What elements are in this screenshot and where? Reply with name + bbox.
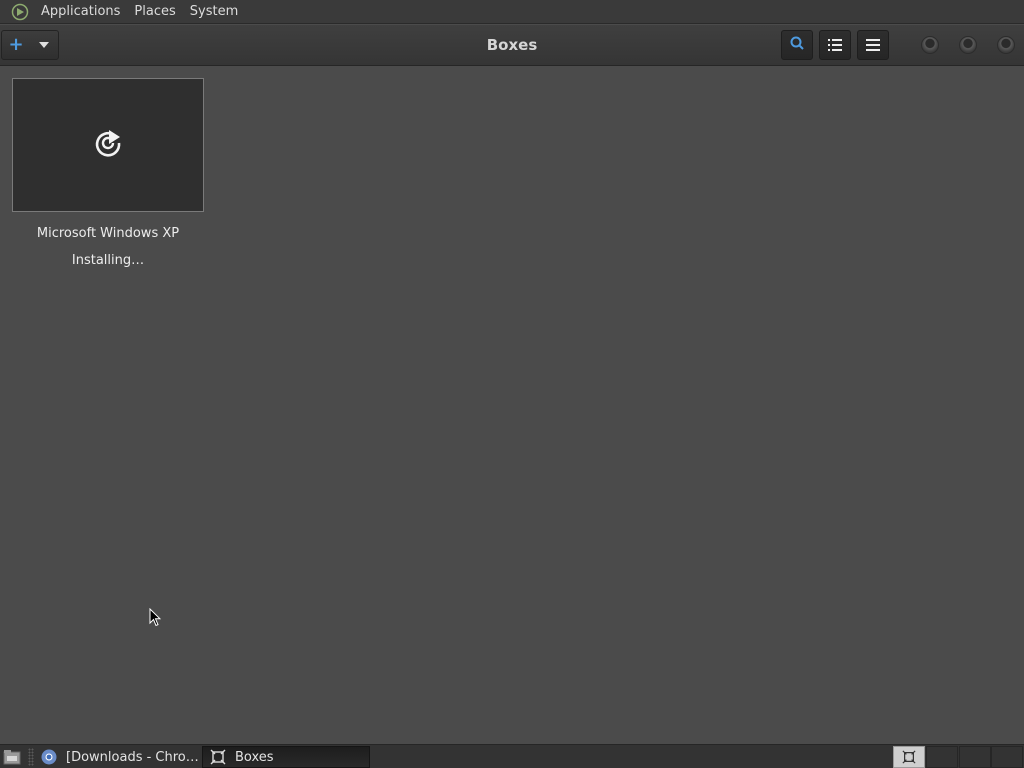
box-status: Installing…: [71, 253, 145, 268]
taskbar-item-chrome[interactable]: [Downloads - Chro…: [34, 746, 200, 768]
minimize-button[interactable]: [921, 36, 939, 54]
hamburger-menu-icon: [866, 36, 880, 55]
applications-menu[interactable]: Applications: [34, 0, 127, 24]
workspace-4[interactable]: [991, 746, 1023, 768]
box-name: Microsoft Windows XP: [36, 226, 180, 241]
list-view-icon: [828, 36, 842, 55]
search-button[interactable]: [781, 30, 813, 60]
places-menu[interactable]: Places: [127, 0, 182, 24]
workspace-2[interactable]: [926, 746, 958, 768]
app-menu-button[interactable]: [857, 30, 889, 60]
search-icon: [789, 35, 805, 55]
bottom-panel: [Downloads - Chro… Boxes: [0, 744, 1024, 768]
caret-down-icon[interactable]: [30, 42, 58, 48]
workspace-3[interactable]: [959, 746, 991, 768]
taskbar-item-label: [Downloads - Chro…: [66, 749, 199, 765]
system-menu[interactable]: System: [183, 0, 245, 24]
show-desktop-icon[interactable]: [2, 748, 22, 766]
chrome-icon: [40, 748, 58, 766]
distro-logo-icon[interactable]: [10, 2, 30, 22]
top-panel: Applications Places System: [0, 0, 1024, 24]
mouse-pointer-icon: [149, 607, 162, 632]
boxes-icon: [902, 750, 916, 764]
window-title: Boxes: [486, 36, 538, 54]
boxes-icon: [209, 748, 227, 766]
workspace-1[interactable]: [893, 746, 925, 768]
close-button[interactable]: [997, 36, 1015, 54]
list-view-button[interactable]: [819, 30, 851, 60]
box-thumbnail[interactable]: [12, 78, 204, 212]
maximize-button[interactable]: [959, 36, 977, 54]
box-item[interactable]: Microsoft Windows XP Installing…: [12, 78, 204, 268]
header-bar: + Boxes: [0, 25, 1024, 66]
plus-icon: +: [8, 34, 24, 55]
installing-spinner-icon: [92, 127, 124, 163]
taskbar-item-boxes[interactable]: Boxes: [202, 746, 370, 768]
new-box-button[interactable]: +: [1, 30, 59, 60]
taskbar-item-label: Boxes: [235, 749, 274, 765]
